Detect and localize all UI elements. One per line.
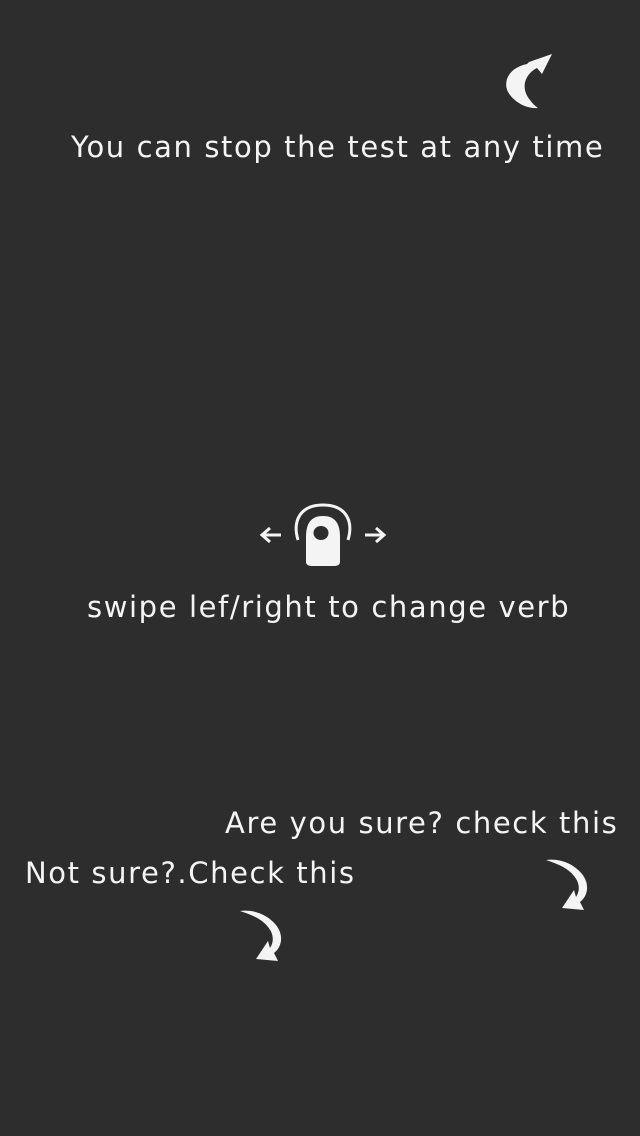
curved-arrow-down-icon [240,910,282,961]
swipe-finger-icon [259,503,387,566]
tutorial-overlay[interactable]: You can stop the test at any time swipe … [0,0,640,1136]
swipe-hint: swipe lef/right to change verb [87,590,571,624]
curved-arrow-down-icon [546,859,588,910]
not-sure-hint: Not sure?.Check this [25,856,356,890]
curved-arrow-up-right-icon [506,54,552,109]
are-you-sure-hint: Are you sure? check this [225,806,619,840]
stop-test-hint: You can stop the test at any time [71,130,605,164]
